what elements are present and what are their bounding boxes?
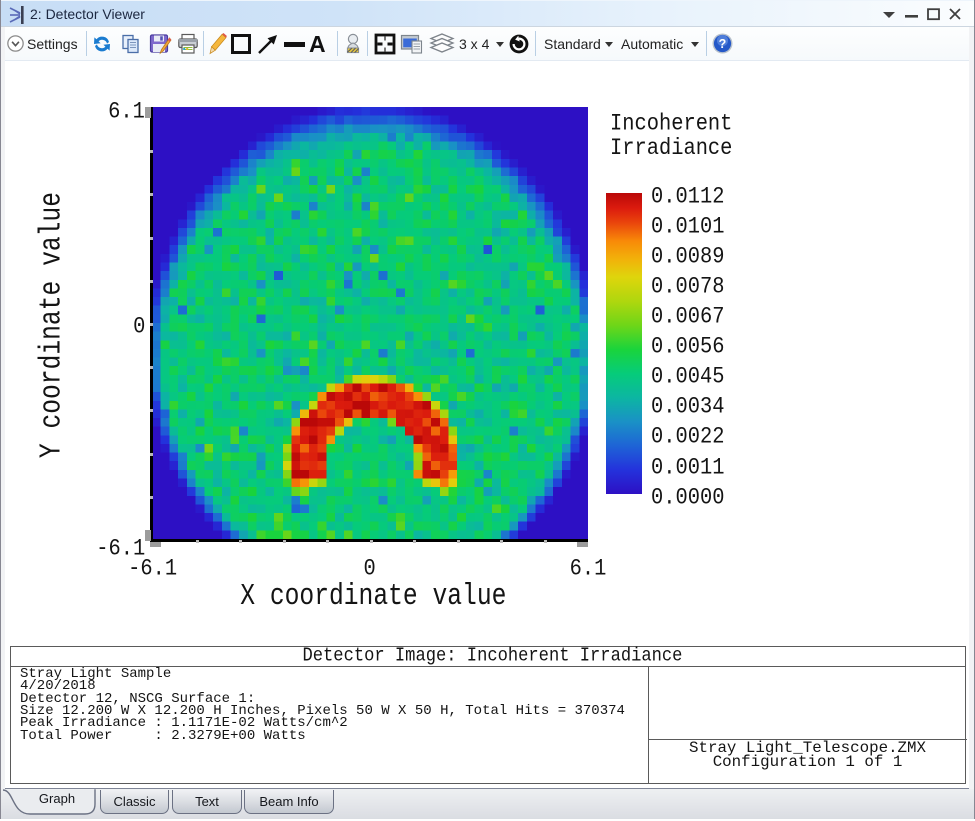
svg-text:?: ?: [719, 37, 727, 51]
